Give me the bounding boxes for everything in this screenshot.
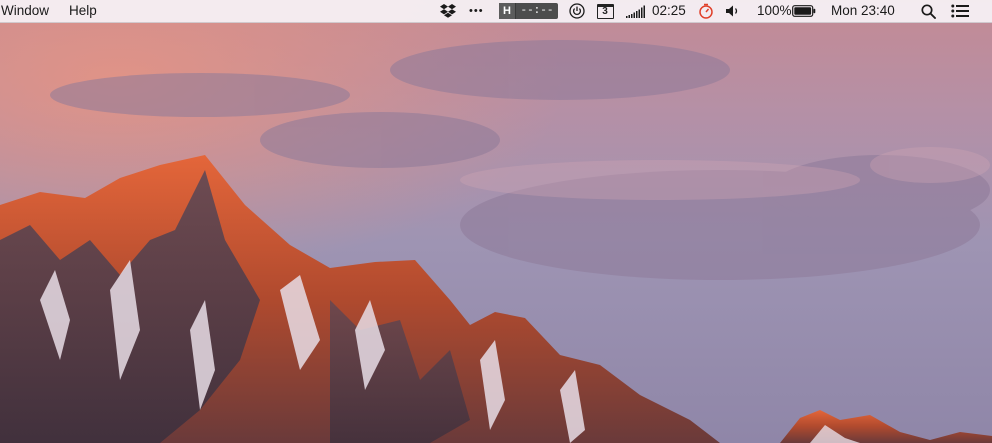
- volume-icon[interactable]: [724, 0, 742, 22]
- wallpaper-mountain-image: [0, 0, 992, 443]
- desktop: Window Help ••• H --:-- 3 02:25 100% Mon…: [0, 0, 992, 443]
- menu-bar: Window Help ••• H --:-- 3 02:25 100% Mon…: [0, 0, 992, 23]
- menu-window[interactable]: Window: [1, 0, 49, 22]
- calendar-icon[interactable]: 3: [596, 0, 614, 22]
- ellipsis-icon[interactable]: •••: [469, 0, 484, 22]
- timer-app-icon[interactable]: H --:--: [499, 3, 558, 19]
- list-icon[interactable]: [950, 0, 970, 22]
- battery-percent[interactable]: 100%: [757, 0, 792, 22]
- signal-bars-icon[interactable]: [625, 0, 647, 22]
- timer-letter: H: [499, 3, 516, 19]
- battery-icon[interactable]: [792, 0, 816, 22]
- search-icon[interactable]: [919, 0, 937, 22]
- signal-time[interactable]: 02:25: [652, 0, 686, 22]
- power-icon[interactable]: [568, 0, 586, 22]
- menu-help[interactable]: Help: [69, 0, 97, 22]
- menubar-clock[interactable]: Mon 23:40: [831, 0, 895, 22]
- dropbox-icon[interactable]: [439, 0, 457, 22]
- timer-value: --:--: [520, 5, 554, 17]
- stopwatch-icon[interactable]: [697, 0, 715, 22]
- calendar-day: 3: [596, 3, 614, 19]
